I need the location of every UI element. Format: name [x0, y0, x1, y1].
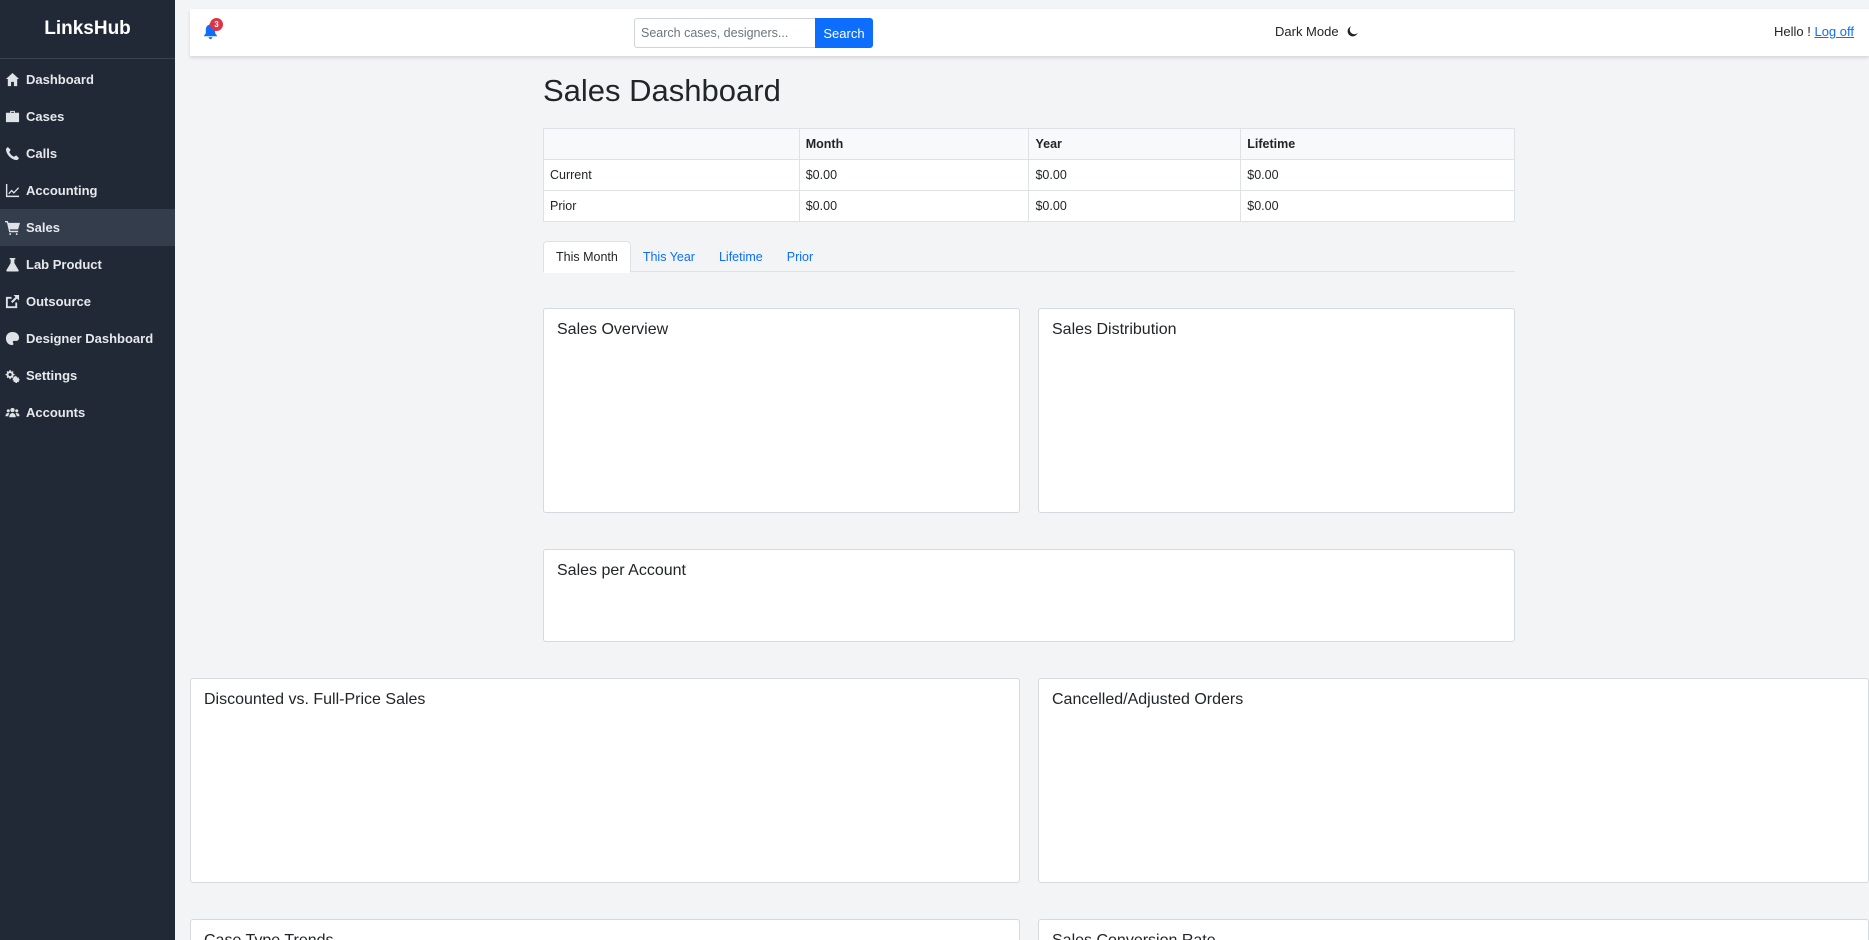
tab-this-month[interactable]: This Month: [543, 241, 631, 273]
search-button[interactable]: Search: [815, 18, 873, 48]
sales-conversion-rate-card: Sales Conversion Rate: [1038, 919, 1869, 940]
column-header: Year: [1028, 128, 1242, 160]
sidebar-item-label: Designer Dashboard: [26, 331, 154, 346]
sidebar: LinksHub Dashboard Cases Calls Accountin…: [0, 0, 175, 940]
sidebar-item-cases[interactable]: Cases: [0, 98, 175, 135]
search-input[interactable]: [634, 18, 815, 48]
table-cell: $0.00: [798, 190, 1030, 222]
sidebar-nav: Dashboard Cases Calls Accounting Sales L…: [0, 59, 175, 431]
case-type-trends-card: Case Type Trends: [190, 919, 1020, 940]
card-title: Discounted vs. Full-Price Sales: [204, 691, 426, 708]
column-header: Month: [798, 128, 1030, 160]
sidebar-item-label: Settings: [26, 368, 78, 383]
sidebar-item-settings[interactable]: Settings: [0, 357, 175, 394]
cart-icon: [2, 219, 22, 237]
card-title: Sales Conversion Rate: [1052, 932, 1216, 940]
sidebar-item-label: Dashboard: [26, 72, 94, 87]
external-link-icon: [2, 293, 22, 311]
tab-this-year[interactable]: This Year: [631, 241, 707, 272]
discounted-vs-full-price-card: Discounted vs. Full-Price Sales: [190, 678, 1020, 883]
table-row: Current $0.00 $0.00 $0.00: [543, 159, 1515, 191]
flask-icon: [2, 256, 22, 274]
dark-mode-toggle[interactable]: Dark Mode: [1275, 24, 1358, 39]
sidebar-item-label: Accounts: [26, 405, 86, 420]
chart-line-icon: [2, 182, 22, 200]
tab-prior[interactable]: Prior: [775, 241, 825, 272]
sidebar-item-accounts[interactable]: Accounts: [0, 394, 175, 431]
tab-lifetime[interactable]: Lifetime: [707, 241, 775, 272]
search-form: Search: [634, 18, 873, 48]
user-greeting: Hello ! Log off: [1774, 24, 1854, 39]
greeting-text: Hello !: [1773, 24, 1811, 39]
period-tabs: This Month This Year Lifetime Prior: [543, 241, 1515, 273]
sales-overview-card: Sales Overview: [543, 308, 1020, 513]
table-cell: $0.00: [1028, 159, 1242, 191]
card-title: Sales Distribution: [1052, 321, 1177, 338]
gears-icon: [2, 367, 22, 385]
brand-logo[interactable]: LinksHub: [0, 0, 175, 59]
column-header: Lifetime: [1240, 128, 1515, 160]
table-cell: $0.00: [1028, 190, 1242, 222]
cancelled-adjusted-orders-card: Cancelled/Adjusted Orders: [1038, 678, 1869, 883]
sales-summary-table: Month Year Lifetime Current $0.00 $0.00 …: [543, 128, 1515, 222]
sidebar-item-accounting[interactable]: Accounting: [0, 172, 175, 209]
sidebar-item-label: Sales: [26, 220, 60, 235]
card-title: Sales per Account: [557, 562, 686, 579]
table-cell: $0.00: [1240, 159, 1515, 191]
sidebar-item-outsource[interactable]: Outsource: [0, 283, 175, 320]
sidebar-item-sales[interactable]: Sales: [0, 209, 175, 246]
phone-icon: [2, 145, 22, 163]
sidebar-item-label: Cases: [26, 109, 65, 124]
table-cell: $0.00: [1240, 190, 1515, 222]
sidebar-item-label: Accounting: [26, 183, 98, 198]
page-title: Sales Dashboard: [543, 73, 781, 108]
moon-icon: [1347, 26, 1358, 37]
sidebar-item-lab-product[interactable]: Lab Product: [0, 246, 175, 283]
table-cell: $0.00: [798, 159, 1030, 191]
briefcase-icon: [2, 108, 22, 126]
palette-icon: [2, 330, 22, 348]
notification-badge: 3: [210, 18, 223, 31]
sidebar-item-label: Lab Product: [26, 257, 102, 272]
column-header: [543, 128, 800, 160]
sidebar-item-designer-dashboard[interactable]: Designer Dashboard: [0, 320, 175, 357]
dark-mode-label: Dark Mode: [1275, 24, 1339, 39]
table-cell: Current: [543, 159, 800, 191]
table-cell: Prior: [543, 190, 800, 222]
table-row: Prior $0.00 $0.00 $0.00: [543, 190, 1515, 222]
card-title: Case Type Trends: [204, 932, 334, 940]
sales-distribution-card: Sales Distribution: [1038, 308, 1515, 513]
users-icon: [2, 404, 22, 422]
card-title: Cancelled/Adjusted Orders: [1052, 691, 1244, 708]
table-header-row: Month Year Lifetime: [543, 128, 1515, 160]
sales-per-account-card: Sales per Account: [543, 549, 1515, 642]
card-title: Sales Overview: [557, 321, 669, 338]
sidebar-item-label: Outsource: [26, 294, 92, 309]
top-bar: 3 Search Dark Mode Hello ! Log off: [190, 9, 1869, 56]
sidebar-item-calls[interactable]: Calls: [0, 135, 175, 172]
home-icon: [2, 71, 22, 89]
sidebar-item-label: Calls: [26, 146, 58, 161]
logoff-link[interactable]: Log off: [1814, 24, 1854, 39]
sidebar-item-dashboard[interactable]: Dashboard: [0, 61, 175, 98]
